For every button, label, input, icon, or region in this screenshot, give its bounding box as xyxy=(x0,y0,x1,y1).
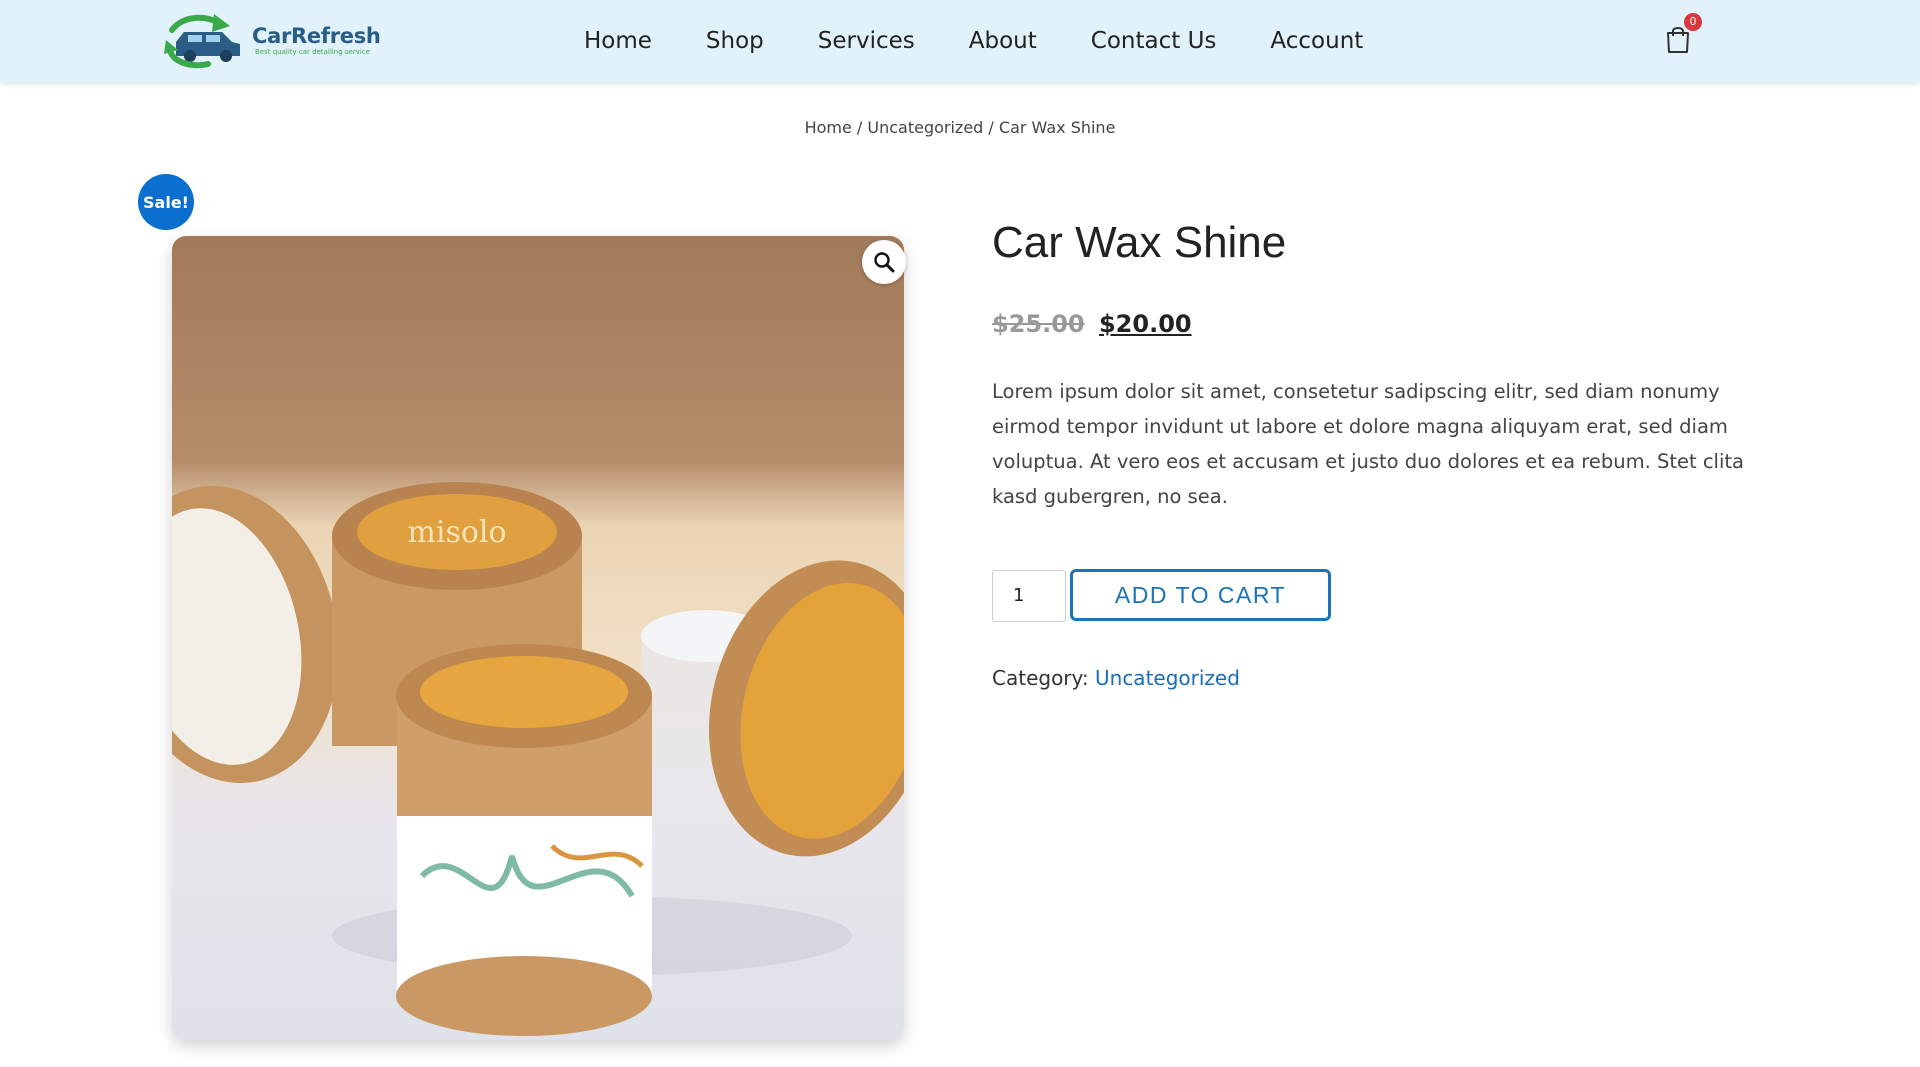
category-label: Category: xyxy=(992,666,1089,690)
nav-item-about[interactable]: About xyxy=(969,28,1037,54)
nav-item-home[interactable]: Home xyxy=(584,28,652,54)
magnifier-icon[interactable] xyxy=(862,240,906,284)
nav-item-shop[interactable]: Shop xyxy=(706,28,764,54)
product-price: $25.00 $20.00 xyxy=(992,310,1192,338)
nav-item-account[interactable]: Account xyxy=(1270,28,1363,54)
jar-label-text: misolo xyxy=(407,515,506,550)
site-header: CarRefresh Best quality car detailing se… xyxy=(0,0,1920,82)
product-category: Category: Uncategorized xyxy=(992,666,1240,690)
site-logo[interactable]: CarRefresh Best quality car detailing se… xyxy=(162,10,382,70)
breadcrumb-separator: / xyxy=(983,118,999,137)
product-description: Lorem ipsum dolor sit amet, consetetur s… xyxy=(992,380,1744,508)
sale-badge: Sale! xyxy=(138,174,194,230)
logo-name: CarRefresh xyxy=(252,23,381,48)
breadcrumb-home[interactable]: Home xyxy=(805,118,852,137)
breadcrumb-separator: / xyxy=(851,118,868,137)
car-refresh-logo-icon xyxy=(162,10,250,70)
category-link[interactable]: Uncategorized xyxy=(1095,666,1240,690)
logo-tagline: Best quality car detailing service xyxy=(255,47,370,56)
main-nav: Home Shop Services About Contact Us Acco… xyxy=(584,22,1363,60)
add-to-cart-button[interactable]: ADD TO CART xyxy=(1070,569,1331,621)
product-image[interactable]: misolo xyxy=(172,236,904,1040)
price-sale: $20.00 xyxy=(1098,310,1192,338)
nav-item-contact-us[interactable]: Contact Us xyxy=(1091,28,1217,54)
nav-item-services[interactable]: Services xyxy=(818,28,915,54)
breadcrumb: Home / Uncategorized / Car Wax Shine xyxy=(0,118,1920,137)
quantity-input[interactable]: 1 xyxy=(992,570,1066,622)
breadcrumb-current: Car Wax Shine xyxy=(998,118,1116,137)
product-title: Car Wax Shine xyxy=(992,218,1287,267)
cart-count-badge: 0 xyxy=(1684,13,1702,31)
price-regular: $25.00 xyxy=(992,310,1085,338)
breadcrumb-category[interactable]: Uncategorized xyxy=(867,118,983,137)
